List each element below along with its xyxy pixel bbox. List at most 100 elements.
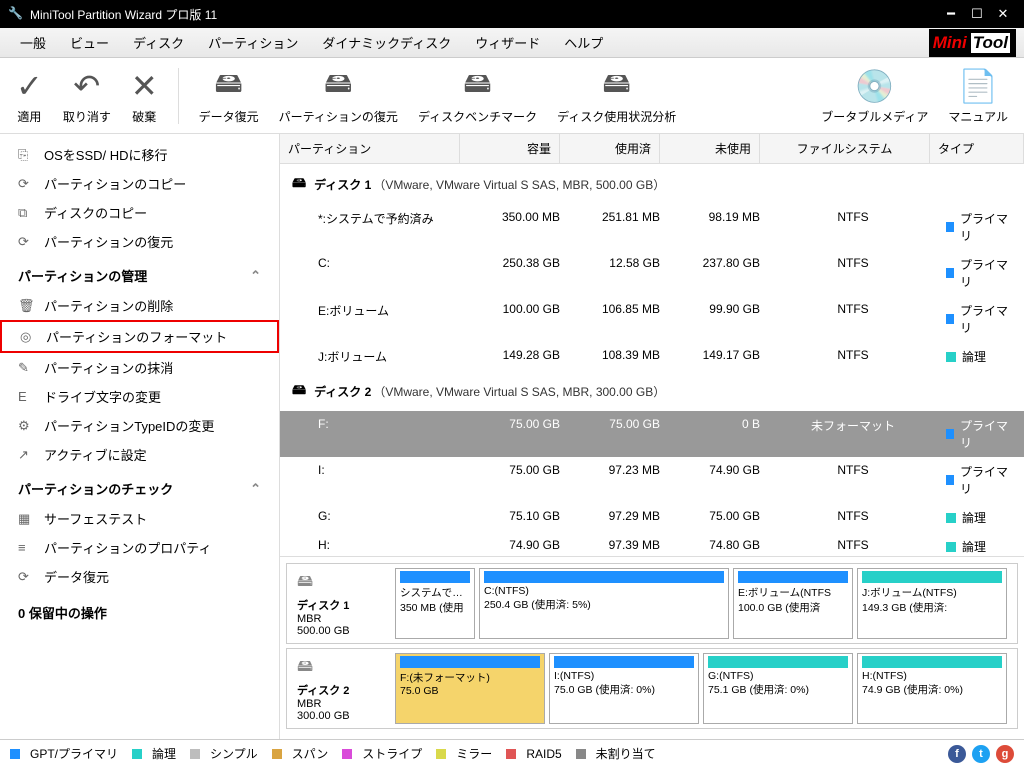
sidebar-label: ディスクのコピー — [44, 203, 147, 222]
diskmap-partition[interactable]: H:(NTFS)74.9 GB (使用済: 0%) — [857, 653, 1007, 724]
sidebar-item[interactable]: ⟳ パーティションのコピー — [0, 169, 279, 198]
chevron-up-icon: ⌃ — [250, 268, 261, 284]
menu-item[interactable]: ディスク — [121, 33, 196, 52]
gplus-icon[interactable]: g — [996, 745, 1014, 763]
disk-icon: 🖴 — [297, 570, 385, 597]
sidebar-label: パーティションTypeIDの変更 — [44, 416, 214, 435]
menu-item[interactable]: 一般 — [8, 33, 58, 52]
sidebar-label: サーフェステスト — [44, 509, 147, 528]
twitter-icon[interactable]: t — [972, 745, 990, 763]
sidebar-item[interactable]: ⎘ OSをSSD/ HDに移行 — [0, 140, 279, 169]
partition-row[interactable]: I:75.00 GB97.23 MB74.90 GBNTFSプライマリ — [280, 457, 1024, 503]
maximize-button[interactable]: ☐ — [964, 6, 990, 22]
diskmap-row: 🖴ディスク 2MBR300.00 GBF:(未フォーマット)75.0 GBI:(… — [286, 648, 1018, 729]
sidebar-label: パーティションのプロパティ — [44, 538, 211, 557]
sidebar-label: パーティションの復元 — [44, 232, 173, 251]
legend-item: GPT/プライマリ — [10, 745, 118, 762]
diskmap-partition[interactable]: G:(NTFS)75.1 GB (使用済: 0%) — [703, 653, 853, 724]
sidebar-label: OSをSSD/ HDに移行 — [44, 145, 168, 164]
diskmap-partition[interactable]: システムで予約350 MB (使用 — [395, 568, 475, 639]
chevron-up-icon: ⌃ — [250, 481, 261, 497]
sidebar-item[interactable]: ✎パーティションの抹消 — [0, 353, 279, 382]
sidebar-icon: ⟳ — [18, 176, 36, 192]
partition-row[interactable]: F:75.00 GB75.00 GB0 B未フォーマットプライマリ — [280, 411, 1024, 457]
diskmap-row: 🖴ディスク 1MBR500.00 GBシステムで予約350 MB (使用C:(N… — [286, 563, 1018, 644]
bootmedia-button[interactable]: 💿ブータブルメディア — [811, 62, 938, 129]
main-panel: パーティション 容量 使用済 未使用 ファイルシステム タイプ 🖴ディスク 1（… — [280, 134, 1024, 739]
disk-header-row[interactable]: 🖴ディスク 2（VMware, VMware Virtual S SAS, MB… — [280, 371, 1024, 411]
partition-row[interactable]: H:74.90 GB97.39 MB74.80 GBNTFS論理 — [280, 532, 1024, 556]
partition-row[interactable]: C:250.38 GB12.58 GB237.80 GBNTFSプライマリ — [280, 250, 1024, 296]
sidebar-item[interactable]: ▦ サーフェステスト — [0, 504, 279, 533]
sidebar-icon: 🗑 — [18, 298, 36, 314]
close-button[interactable]: ✕ — [990, 6, 1016, 22]
sidebar-item[interactable]: ↗ アクティブに設定 — [0, 440, 279, 469]
toolbar: ✓適用 ↶取り消す ✕破棄 🖴データ復元 🖴パーティションの復元 🖴ディスクベン… — [0, 58, 1024, 134]
menu-item[interactable]: ダイナミックディスク — [310, 33, 463, 52]
disk-map: 🖴ディスク 1MBR500.00 GBシステムで予約350 MB (使用C:(N… — [280, 556, 1024, 739]
diskmap-partition[interactable]: C:(NTFS)250.4 GB (使用済: 5%) — [479, 568, 729, 639]
window-title: MiniTool Partition Wizard プロ版 11 — [30, 6, 938, 23]
sidebar-group-manage[interactable]: パーティションの管理⌃ — [0, 256, 279, 291]
discard-button[interactable]: ✕破棄 — [121, 62, 168, 129]
legend-item: ミラー — [436, 745, 492, 762]
data-recovery-button[interactable]: 🖴データ復元 — [189, 62, 269, 129]
sidebar-icon: ≡ — [18, 540, 36, 555]
sidebar-item[interactable]: ≡ パーティションのプロパティ — [0, 533, 279, 562]
sidebar-label: アクティブに設定 — [44, 445, 147, 464]
app-icon: 🔧 — [8, 6, 24, 22]
minimize-button[interactable]: ━ — [938, 6, 964, 22]
menu-item[interactable]: パーティション — [196, 33, 310, 52]
sidebar-label: データ復元 — [44, 567, 109, 586]
partition-row[interactable]: *:システムで予約済み350.00 MB251.81 MB98.19 MBNTF… — [280, 204, 1024, 250]
sidebar-icon: E — [18, 389, 36, 404]
sidebar-icon: ◎ — [20, 329, 38, 345]
partition-list: 🖴ディスク 1（VMware, VMware Virtual S SAS, MB… — [280, 164, 1024, 556]
legend-item: 論理 — [132, 745, 176, 762]
benchmark-button[interactable]: 🖴ディスクベンチマーク — [408, 62, 547, 129]
diskmap-partition[interactable]: I:(NTFS)75.0 GB (使用済: 0%) — [549, 653, 699, 724]
disk-header-row[interactable]: 🖴ディスク 1（VMware, VMware Virtual S SAS, MB… — [280, 164, 1024, 204]
sidebar-item[interactable]: ⟳ データ復元 — [0, 562, 279, 591]
partition-row[interactable]: E:ボリューム100.00 GB106.85 MB99.90 GBNTFSプライ… — [280, 296, 1024, 342]
sidebar-item[interactable]: ⚙ パーティションTypeIDの変更 — [0, 411, 279, 440]
menu-item[interactable]: ウィザード — [463, 33, 552, 52]
sidebar-icon: ⧉ — [18, 205, 36, 221]
sidebar-item[interactable]: 🗑 パーティションの削除 — [0, 291, 279, 320]
menu-item[interactable]: ヘルプ — [552, 33, 615, 52]
legend-item: ストライプ — [342, 745, 422, 762]
diskmap-partition[interactable]: J:ボリューム(NTFS)149.3 GB (使用済: — [857, 568, 1007, 639]
usage-button[interactable]: 🖴ディスク使用状況分析 — [547, 62, 686, 129]
menubar: 一般ビューディスクパーティションダイナミックディスクウィザードヘルプ MiniT… — [0, 28, 1024, 58]
partition-recovery-button[interactable]: 🖴パーティションの復元 — [269, 62, 408, 129]
apply-button[interactable]: ✓適用 — [6, 62, 53, 129]
menu-item[interactable]: ビュー — [58, 33, 121, 52]
partition-row[interactable]: G:75.10 GB97.29 MB75.00 GBNTFS論理 — [280, 503, 1024, 532]
statusbar: GPT/プライマリ論理シンプルスパンストライプミラーRAID5未割り当て f t… — [0, 739, 1024, 767]
brand-logo: MiniTool — [929, 29, 1016, 57]
sidebar-icon: ⟳ — [18, 569, 36, 585]
legend-item: 未割り当て — [576, 745, 656, 762]
sidebar-item[interactable]: ◎ パーティションのフォーマット — [0, 320, 279, 353]
sidebar-icon: ↗ — [18, 447, 36, 463]
titlebar: 🔧 MiniTool Partition Wizard プロ版 11 ━ ☐ ✕ — [0, 0, 1024, 28]
sidebar-label: パーティションのフォーマット — [46, 327, 227, 346]
disk-icon: 🖴 — [292, 172, 306, 196]
sidebar-icon: ▦ — [18, 511, 36, 527]
sidebar-label: パーティションの削除 — [44, 296, 173, 315]
sidebar-label: ドライブ文字の変更 — [44, 387, 161, 406]
partition-row[interactable]: J:ボリューム149.28 GB108.39 MB149.17 GBNTFS論理 — [280, 342, 1024, 371]
diskmap-partition[interactable]: F:(未フォーマット)75.0 GB — [395, 653, 545, 724]
sidebar-item[interactable]: ⟳パーティションの復元 — [0, 227, 279, 256]
sidebar-icon: ⚙ — [18, 418, 36, 434]
sidebar-group-check[interactable]: パーティションのチェック⌃ — [0, 469, 279, 504]
sidebar-item[interactable]: E ドライブ文字の変更 — [0, 382, 279, 411]
undo-button[interactable]: ↶取り消す — [53, 62, 121, 129]
sidebar-icon: ⎘ — [18, 147, 36, 163]
manual-button[interactable]: 📄マニュアル — [938, 62, 1018, 129]
pending-ops: 0 保留中の操作 — [0, 591, 279, 634]
sidebar-item[interactable]: ⧉ ディスクのコピー — [0, 198, 279, 227]
sidebar-label: パーティションのコピー — [44, 174, 186, 193]
facebook-icon[interactable]: f — [948, 745, 966, 763]
diskmap-partition[interactable]: E:ボリューム(NTFS100.0 GB (使用済 — [733, 568, 853, 639]
